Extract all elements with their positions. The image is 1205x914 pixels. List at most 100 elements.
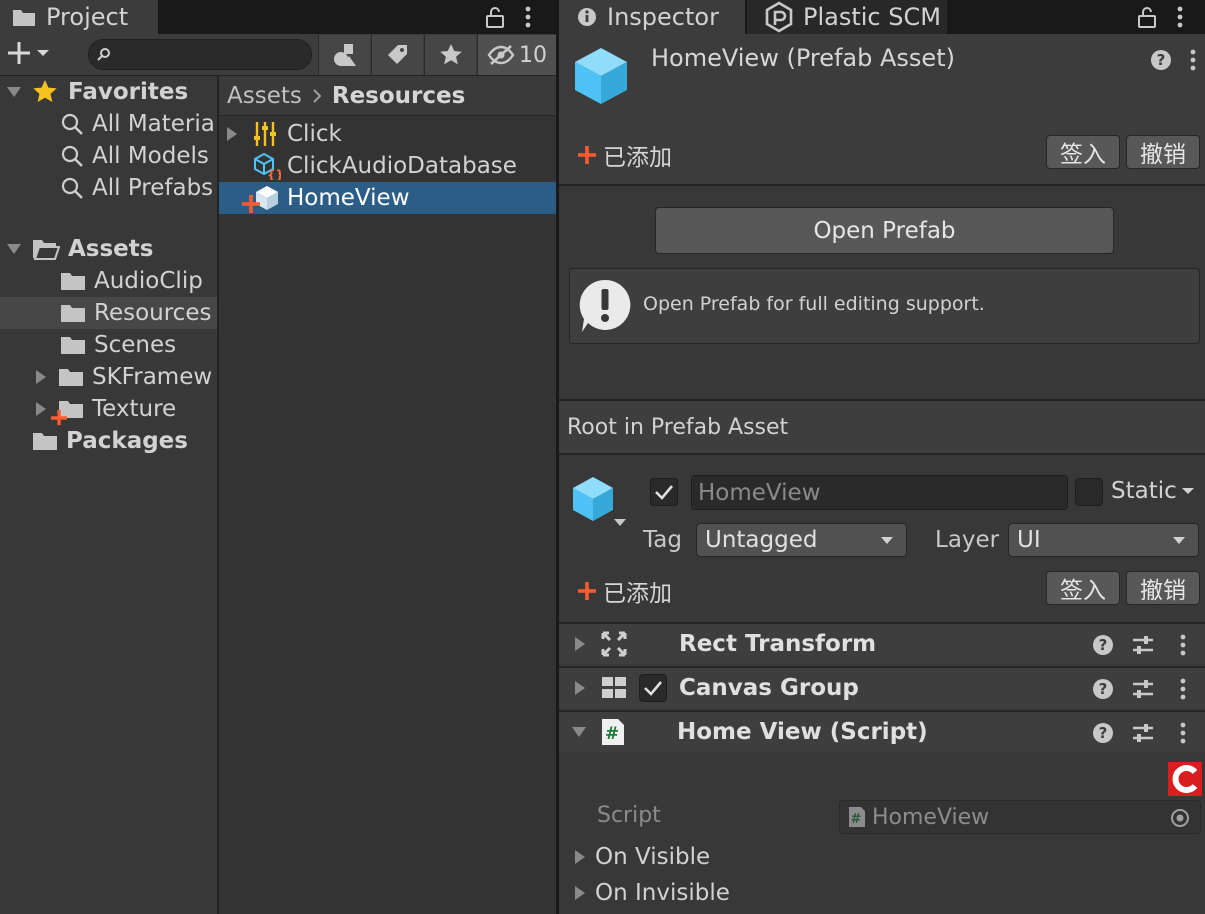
tree-folder-label: Scenes [94,332,177,358]
static-dropdown[interactable]: Static [1111,478,1195,504]
open-prefab-button[interactable]: Open Prefab [655,207,1114,254]
presets-icon[interactable] [1131,633,1155,657]
checkin-button[interactable]: 签入 [1046,135,1120,169]
tag-dropdown[interactable]: Untagged [696,523,907,557]
component-title: Rect Transform [679,631,877,657]
folder-icon [60,335,94,355]
active-checkbox[interactable] [650,478,678,506]
folder-tree: Favorites All Materia All Models All Pre… [0,76,217,914]
expand-arrow-icon[interactable] [34,401,48,417]
asset-item-selected[interactable]: HomeView [219,182,556,214]
help-icon[interactable]: ? [1092,678,1114,700]
presets-icon[interactable] [1131,677,1155,701]
info-icon [577,7,597,27]
more-menu-icon[interactable] [1179,721,1187,745]
asset-item[interactable]: Click [219,118,556,150]
tree-folder-label: SKFramew [92,364,213,390]
favorite-item[interactable]: All Models [0,140,217,172]
more-menu-icon[interactable] [1176,5,1184,29]
more-menu-icon[interactable] [1179,633,1187,657]
chevron-right-icon [312,88,322,104]
search-by-label-button[interactable] [371,35,423,75]
search-by-type-button[interactable] [318,35,370,75]
checkmark-icon [643,680,663,696]
gameobject-cube-icon[interactable] [571,475,631,531]
star-icon [439,43,463,67]
revert-button[interactable]: 撤销 [1126,571,1200,605]
info-box: Open Prefab for full editing support. [569,268,1200,344]
lock-icon[interactable] [1137,5,1157,29]
expand-arrow-icon[interactable] [573,636,587,652]
tree-folder[interactable]: Texture [0,393,217,425]
csharp-script-icon: # [848,806,866,828]
help-icon[interactable]: ? [1092,722,1114,744]
expand-arrow-icon[interactable] [573,885,587,901]
search-input[interactable] [117,42,302,67]
project-tab-label: Project [46,3,129,31]
expand-arrow-icon[interactable] [571,725,587,739]
favorite-item[interactable]: All Prefabs [0,172,217,204]
canvas-group-icon [601,676,627,700]
more-menu-icon[interactable] [524,5,532,29]
assets-header[interactable]: Assets [0,233,217,265]
expand-arrow-icon[interactable] [6,85,22,99]
revert-button[interactable]: 撤销 [1126,135,1200,169]
create-button[interactable] [6,40,50,66]
tree-folder[interactable]: Resources [0,297,217,329]
event-on-invisible[interactable]: On Invisible [573,877,873,909]
favorite-item-label: All Models [92,143,209,169]
inspector-tab[interactable]: Inspector [559,0,745,34]
search-icon [60,144,84,168]
static-checkbox[interactable] [1075,478,1103,506]
presets-icon[interactable] [1131,721,1155,745]
favorite-item-label: All Materia [92,111,215,137]
lock-icon[interactable] [485,5,505,29]
breadcrumb-current[interactable]: Resources [332,83,465,109]
vcs-status-label: 已添加 [603,145,672,171]
event-on-visible[interactable]: On Visible [573,841,873,873]
hidden-packages-toggle[interactable]: 10 [477,35,556,75]
checkmark-icon [654,484,674,500]
breadcrumb-root[interactable]: Assets [227,83,302,109]
favorites-filter-button[interactable] [424,35,476,75]
expand-arrow-icon[interactable] [6,242,22,256]
favorites-header[interactable]: Favorites [0,76,217,108]
vcs-status: 已添加 [577,138,672,172]
object-picker-icon[interactable] [1170,808,1190,828]
tree-folder[interactable]: SKFramew [0,361,217,393]
script-object-field[interactable]: # HomeView [839,800,1201,834]
more-menu-icon[interactable] [1189,48,1197,72]
hidden-count: 10 [519,42,547,68]
project-tab[interactable]: Project [0,0,158,34]
expand-arrow-icon[interactable] [573,849,587,865]
svg-text:{}: {} [267,168,281,180]
divider [559,184,1205,186]
vcs-status-label: 已添加 [603,581,672,607]
chevron-down-icon [36,48,50,58]
layer-dropdown[interactable]: UI [1008,523,1199,557]
event-label: On Invisible [595,880,730,906]
help-icon[interactable]: ? [1092,634,1114,656]
packages-header[interactable]: Packages [0,425,217,457]
plastic-scm-icon [763,1,795,33]
search-field[interactable] [88,39,312,70]
gameobject-name-field[interactable] [691,475,1068,510]
component-title: Canvas Group [679,675,859,701]
root-header: Root in Prefab Asset [559,401,1205,453]
expand-arrow-icon[interactable] [573,680,587,696]
vcs-added-icon [577,581,597,601]
help-icon[interactable]: ? [1150,49,1172,71]
canvas-group-enabled-checkbox[interactable] [639,674,667,702]
asset-item[interactable]: {} ClickAudioDatabase [219,150,556,182]
static-label: Static [1111,478,1177,504]
tree-folder[interactable]: Scenes [0,329,217,361]
favorite-item[interactable]: All Materia [0,108,217,140]
expand-arrow-icon[interactable] [34,369,48,385]
plus-icon [6,40,32,66]
more-menu-icon[interactable] [1179,677,1187,701]
plastic-scm-tab[interactable]: Plastic SCM [747,0,947,34]
tree-folder[interactable]: AudioClip [0,265,217,297]
checkin-button[interactable]: 签入 [1046,571,1120,605]
expand-arrow-icon[interactable] [225,126,239,142]
search-icon [60,112,84,136]
